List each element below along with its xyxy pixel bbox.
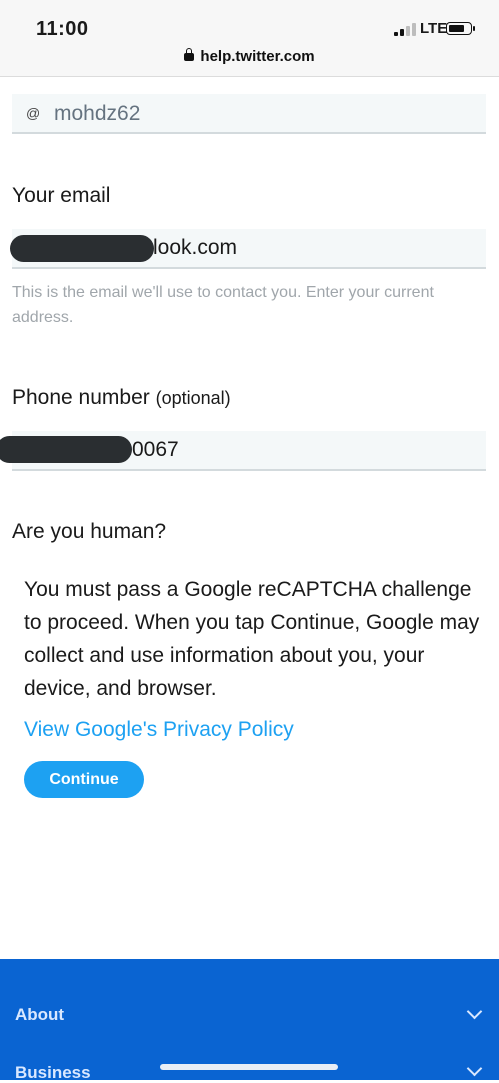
at-symbol: @	[26, 105, 41, 121]
continue-button[interactable]: Continue	[24, 761, 144, 798]
footer: About Business	[0, 959, 499, 1083]
home-indicator	[160, 1064, 338, 1070]
battery-icon	[446, 22, 472, 35]
captcha-heading: Are you human?	[12, 520, 167, 543]
address-bar[interactable]: help.twitter.com	[0, 48, 499, 65]
redacted-phone-mark	[0, 436, 132, 463]
phone-value: 0067	[132, 438, 179, 461]
status-time: 11:00	[36, 18, 89, 40]
email-hint: This is the email we'll use to contact y…	[12, 284, 434, 326]
footer-item-business[interactable]: Business	[15, 1063, 91, 1083]
phone-optional-note: (optional)	[155, 388, 231, 408]
url-text: help.twitter.com	[200, 48, 315, 65]
phone-label: Phone number (optional)	[12, 386, 231, 410]
redacted-email-mark	[10, 235, 154, 262]
signal-strength-icon	[394, 23, 416, 36]
username-field[interactable]: @ mohdz62	[12, 94, 486, 134]
chevron-down-icon[interactable]	[466, 1060, 483, 1077]
username-value: mohdz62	[54, 102, 141, 125]
privacy-policy-link[interactable]: View Google's Privacy Policy	[24, 718, 294, 742]
network-type: LTE	[420, 20, 448, 37]
battery-cap	[473, 26, 475, 31]
email-value: look.com	[153, 236, 238, 259]
phone-label-text: Phone number	[12, 386, 150, 409]
browser-status-bar: 11:00 LTE help.twitter.com	[0, 0, 499, 77]
captcha-description: You must pass a Google reCAPTCHA challen…	[24, 578, 480, 700]
footer-item-about[interactable]: About	[15, 1005, 64, 1025]
chevron-down-icon[interactable]	[466, 1003, 483, 1020]
lock-icon	[184, 48, 195, 61]
email-label: Your email	[12, 184, 111, 207]
